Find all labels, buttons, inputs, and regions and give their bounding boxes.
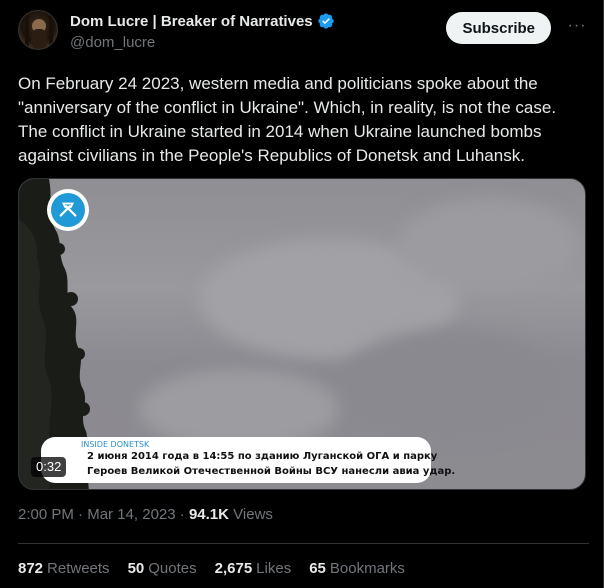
user-handle[interactable]: @dom_lucre [70, 34, 155, 51]
divider [18, 543, 589, 544]
stat-label: Retweets [47, 560, 110, 577]
caption-line-2: Героев Великой Отечественной Войны ВСУ н… [87, 466, 456, 477]
tweet-text: On February 24 2023, western media and p… [18, 74, 557, 165]
stat-likes[interactable]: 2,675 Likes [215, 560, 292, 577]
verified-badge-icon [317, 12, 335, 30]
stat-retweets[interactable]: 872 Retweets [18, 560, 110, 577]
stat-count: 872 [18, 560, 44, 577]
tweet-meta: 2:00 PM · Mar 14, 2023 · 94.1K Views [18, 506, 273, 523]
views-count: 94.1K [188, 506, 229, 523]
stat-quotes[interactable]: 50 Quotes [128, 560, 197, 577]
meta-separator: · [78, 506, 84, 523]
stat-count: 2,675 [214, 560, 253, 577]
stat-label: Quotes [148, 560, 197, 577]
stat-label: Likes [256, 560, 292, 577]
video-player[interactable]: INSIDE DONETSK 2 июня 2014 года в 14:55 … [18, 178, 586, 490]
stat-label: Bookmarks [329, 560, 405, 577]
caption-line-1: 2 июня 2014 года в 14:55 по зданию Луган… [87, 451, 438, 462]
tweet-time[interactable]: 2:00 PM [18, 506, 74, 523]
stat-count: 65 [309, 560, 326, 577]
caption-tag: INSIDE DONETSK [81, 440, 150, 449]
avatar[interactable] [18, 10, 58, 50]
channel-logo-icon [47, 189, 89, 231]
stat-count: 50 [127, 560, 145, 577]
tweet-card: Dom Lucre | Breaker of Narratives @dom_l… [0, 0, 604, 588]
more-options-icon[interactable]: ··· [567, 18, 587, 38]
views-label: Views [233, 506, 273, 523]
display-name[interactable]: Dom Lucre | Breaker of Narratives [70, 13, 313, 30]
meta-separator: · [179, 506, 185, 523]
tweet-date[interactable]: Mar 14, 2023 [87, 506, 175, 523]
name-row: Dom Lucre | Breaker of Narratives [70, 12, 335, 30]
stat-bookmarks[interactable]: 65 Bookmarks [309, 560, 405, 577]
video-duration-badge: 0:32 [31, 457, 67, 477]
subscribe-button[interactable]: Subscribe [446, 12, 551, 44]
engagement-stats: 872 Retweets 50 Quotes 2,675 Likes 65 Bookma… [18, 560, 405, 577]
tweet-header: Dom Lucre | Breaker of Narratives @dom_l… [18, 10, 589, 56]
video-caption-box: INSIDE DONETSK 2 июня 2014 года в 14:55 … [41, 437, 455, 483]
